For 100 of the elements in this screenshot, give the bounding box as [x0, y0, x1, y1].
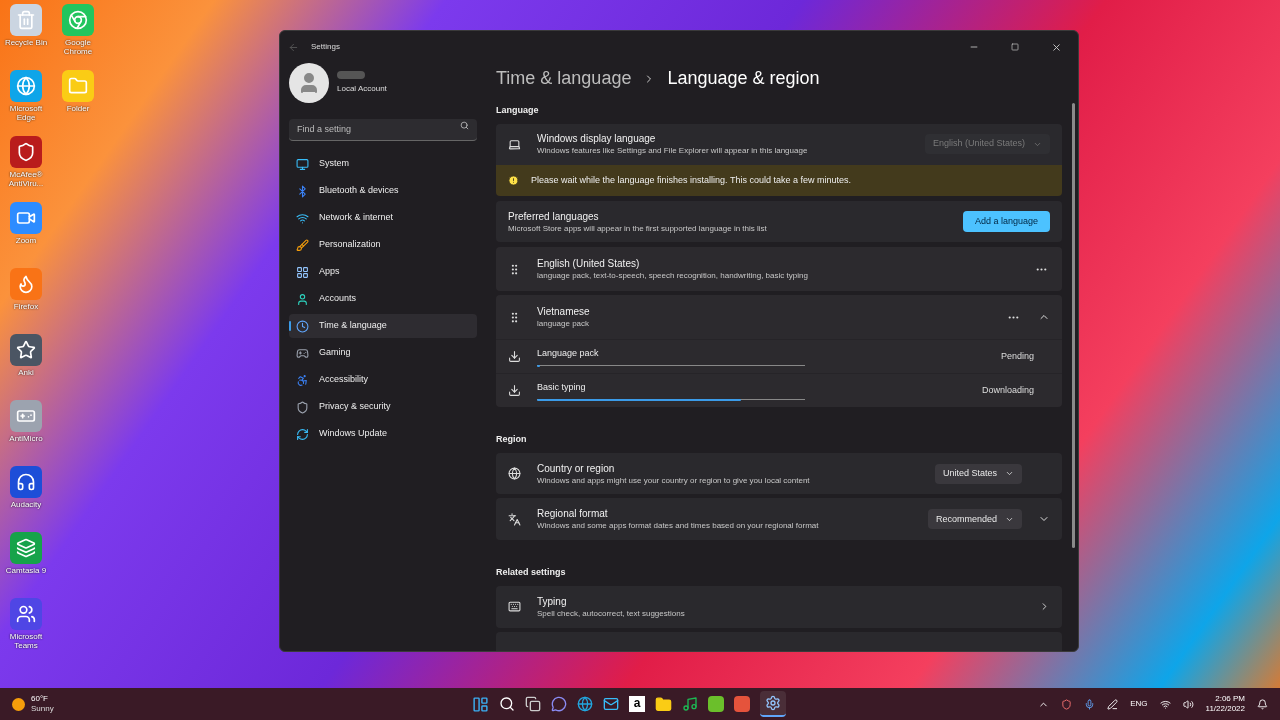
weather-temperature: 60°F — [31, 694, 49, 704]
input-language[interactable]: ENG — [1130, 698, 1148, 710]
section-heading: Region — [496, 433, 528, 446]
dropdown[interactable]: United States — [934, 463, 1022, 484]
account-type: Local Account — [337, 83, 387, 95]
desktop-icon-label: Microsoft Edge — [8, 104, 44, 122]
pen-icon[interactable] — [1107, 698, 1119, 710]
sidebar-item[interactable]: Accounts — [289, 287, 477, 311]
apps-icon — [296, 265, 309, 279]
setting-title: Regional format — [537, 507, 609, 521]
sidebar-item[interactable]: Accessibility — [289, 368, 477, 392]
close-icon[interactable] — [1051, 41, 1062, 53]
desktop-icon-label: Recycle Bin — [4, 38, 48, 47]
scrollbar[interactable] — [1072, 103, 1075, 548]
clock-date[interactable]: 11/22/2022 — [1205, 704, 1245, 714]
add-language-button[interactable]: Add a language — [962, 211, 1050, 232]
laptop-icon — [508, 137, 521, 151]
sidebar-item[interactable]: Time & language — [289, 314, 477, 338]
setting-description: language pack — [537, 318, 591, 329]
recycle-bin-icon[interactable] — [10, 4, 42, 36]
store-app-icon[interactable]: a — [629, 696, 645, 712]
sidebar-item[interactable]: Gaming — [289, 341, 477, 365]
update-icon — [296, 427, 309, 441]
chat-icon[interactable] — [551, 696, 567, 712]
mail-icon[interactable] — [603, 696, 619, 712]
selection-indicator — [289, 321, 291, 331]
dropdown[interactable]: Recommended — [927, 509, 1022, 530]
setting-title: Typing — [537, 594, 568, 608]
sidebar-item[interactable]: Personalization — [289, 233, 477, 257]
brush-icon — [296, 238, 309, 252]
download-status: Pending — [1000, 349, 1034, 363]
microphone-icon[interactable] — [1084, 698, 1096, 710]
desktop-icon-label: Google Chrome — [62, 38, 94, 56]
blurred-username — [337, 71, 365, 79]
gear-icon — [765, 695, 781, 711]
search-field[interactable]: Find a setting — [289, 118, 477, 141]
tray-shield-icon[interactable] — [1061, 698, 1073, 710]
browser-icon[interactable] — [62, 4, 94, 36]
maximize-icon[interactable] — [1011, 43, 1019, 51]
weather-condition: Sunny — [31, 704, 54, 714]
setting-title: Country or region — [537, 461, 616, 475]
sidebar-item[interactable]: System — [289, 152, 477, 176]
sidebar-item[interactable]: Apps — [289, 260, 477, 284]
download-status: Downloading — [981, 383, 1034, 397]
sun-icon[interactable] — [12, 697, 25, 711]
search-icon[interactable] — [499, 696, 515, 712]
desktop-icon-label: Zoom — [15, 236, 37, 245]
desktop-icon-label: Anki — [18, 368, 34, 377]
download-icon — [508, 384, 521, 397]
wifi-icon[interactable] — [1159, 698, 1171, 710]
breadcrumb[interactable]: Time & language — [496, 65, 632, 92]
accessibility-icon — [296, 373, 309, 387]
task-view-icon[interactable] — [525, 696, 541, 712]
download-icon — [508, 350, 521, 363]
flame-icon[interactable] — [10, 268, 42, 300]
setting-title: Preferred languages — [508, 209, 600, 223]
clock-icon — [296, 319, 309, 333]
search-icon[interactable] — [460, 121, 469, 130]
setting-description: Windows features like Settings and File Explorer will appear in this language — [537, 145, 809, 156]
setting-description: Windows and some apps format dates and times based on your regional format — [537, 520, 820, 532]
app-icon[interactable] — [734, 696, 750, 712]
setting-description: Microsoft Store apps will appear in the first supported language in this list — [508, 222, 768, 234]
setting-description: language pack, text-to-speech, speech recognition, handwriting, basic typing — [537, 270, 809, 281]
keyboard-icon — [508, 600, 521, 614]
people-icon[interactable] — [10, 598, 42, 630]
desktop-icon-label: Folder — [66, 104, 90, 113]
desktop-icon-label: Camtasia 9 — [5, 566, 47, 575]
notification-icon[interactable] — [1257, 698, 1268, 710]
desktop-icon-label: Firefox — [13, 302, 39, 311]
setting-description: Windows and apps might use your country or region to give you local content — [537, 474, 811, 486]
section-heading: Language — [496, 104, 540, 117]
breadcrumb: Language & region — [667, 67, 820, 90]
wifi-icon — [296, 211, 309, 225]
sidebar-item[interactable]: Windows Update — [289, 422, 477, 446]
clock-time[interactable]: 2:06 PM — [1215, 694, 1245, 704]
music-icon[interactable] — [682, 696, 698, 712]
dropdown-chevron-icon — [1005, 469, 1014, 478]
sidebar-item[interactable]: Bluetooth & devices — [289, 179, 477, 203]
app-icon[interactable] — [708, 696, 724, 712]
active-app-button[interactable] — [760, 691, 786, 717]
volume-icon[interactable] — [1182, 698, 1194, 710]
sidebar-item[interactable]: Privacy & security — [289, 395, 477, 419]
start-icon[interactable] — [472, 695, 489, 713]
sidebar-item[interactable]: Network & internet — [289, 206, 477, 230]
setting-title: English (United States) — [537, 257, 641, 270]
browser-icon[interactable] — [577, 696, 593, 712]
desktop-icon-label: AntiMicro — [9, 434, 43, 443]
download-item-name: Language pack — [537, 346, 600, 360]
window-title: Settings — [311, 41, 340, 53]
globe-icon[interactable] — [10, 70, 42, 102]
headphones-icon[interactable] — [10, 466, 42, 498]
shield-icon[interactable] — [10, 136, 42, 168]
video-camera-icon[interactable] — [10, 202, 42, 234]
avatar — [289, 63, 329, 103]
warning-icon — [508, 174, 519, 186]
folder-icon[interactable] — [655, 695, 672, 713]
gamepad-icon[interactable] — [10, 400, 42, 432]
monitor-icon — [296, 157, 309, 171]
desktop-icon-label: Microsoft Teams — [8, 632, 44, 650]
app-icon[interactable] — [10, 532, 42, 564]
